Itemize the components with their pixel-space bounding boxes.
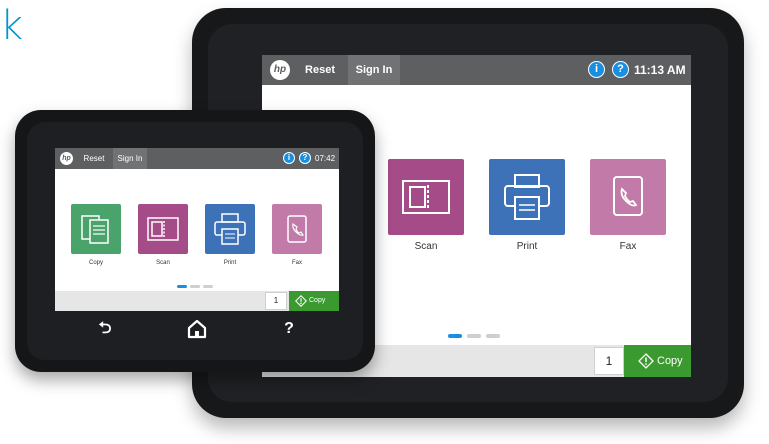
small-bottom-bar: 1 Copy — [55, 291, 339, 311]
copy-button-label: Copy — [309, 297, 326, 304]
sign-in-button[interactable]: Sign In — [348, 55, 400, 85]
back-icon[interactable]: ⮌ — [93, 319, 117, 339]
copy-button[interactable]: Copy — [289, 291, 339, 311]
copy-button[interactable]: Copy — [624, 345, 691, 377]
scan-app-label: Scan — [156, 260, 170, 266]
fax-app-tile[interactable] — [590, 159, 666, 235]
print-app-label: Print — [223, 260, 237, 266]
info-icon[interactable]: i — [588, 61, 605, 78]
fax-app-label: Fax — [619, 241, 637, 252]
help-icon[interactable]: ? — [277, 319, 301, 339]
page-dot[interactable] — [203, 285, 213, 288]
print-app-tile[interactable] — [489, 159, 565, 235]
copy-count-field[interactable]: 1 — [594, 347, 624, 375]
info-icon[interactable]: i — [283, 152, 295, 164]
headline-fragment: k — [0, 3, 24, 49]
small-panel-screen: hp Reset Sign In i ? 07:42 Copy Scan Pri… — [55, 148, 339, 311]
copy-app-tile[interactable] — [71, 204, 121, 254]
fax-app-label: Fax — [291, 260, 302, 266]
scan-app-tile[interactable] — [388, 159, 464, 235]
page-dot[interactable] — [467, 334, 481, 338]
hp-logo: hp — [60, 152, 73, 165]
large-top-bar: hp Reset Sign In i ? 11:13 AM — [262, 55, 691, 85]
print-icon — [205, 204, 255, 254]
fax-icon — [590, 159, 666, 235]
start-icon — [295, 295, 307, 307]
print-icon — [489, 159, 565, 235]
clock: 07:42 — [315, 154, 336, 163]
scan-icon — [388, 159, 464, 235]
copy-button-label: Copy — [657, 355, 683, 367]
scan-app-tile[interactable] — [138, 204, 188, 254]
scan-app-label: Scan — [414, 241, 438, 252]
fax-icon — [272, 204, 322, 254]
small-top-bar: hp Reset Sign In i ? 07:42 — [55, 148, 339, 169]
fax-app-tile[interactable] — [272, 204, 322, 254]
page-dot-active[interactable] — [448, 334, 462, 338]
reset-button[interactable]: Reset — [298, 55, 342, 85]
reset-button[interactable]: Reset — [79, 148, 109, 169]
sign-in-button[interactable]: Sign In — [113, 148, 147, 169]
page-dot[interactable] — [486, 334, 500, 338]
hp-logo: hp — [270, 60, 290, 80]
copy-icon — [71, 204, 121, 254]
copy-app-label: Copy — [88, 260, 103, 266]
print-app-tile[interactable] — [205, 204, 255, 254]
scan-icon — [138, 204, 188, 254]
help-icon[interactable]: ? — [612, 61, 629, 78]
home-icon[interactable] — [185, 319, 209, 339]
page-dot-active[interactable] — [177, 285, 187, 288]
print-app-label: Print — [516, 241, 538, 252]
page-dot[interactable] — [190, 285, 200, 288]
start-icon — [638, 353, 654, 369]
small-nav-bar: ⮌ ? — [55, 311, 339, 347]
clock: 11:13 AM — [634, 63, 686, 77]
help-icon[interactable]: ? — [299, 152, 311, 164]
copy-count-field[interactable]: 1 — [265, 292, 287, 310]
